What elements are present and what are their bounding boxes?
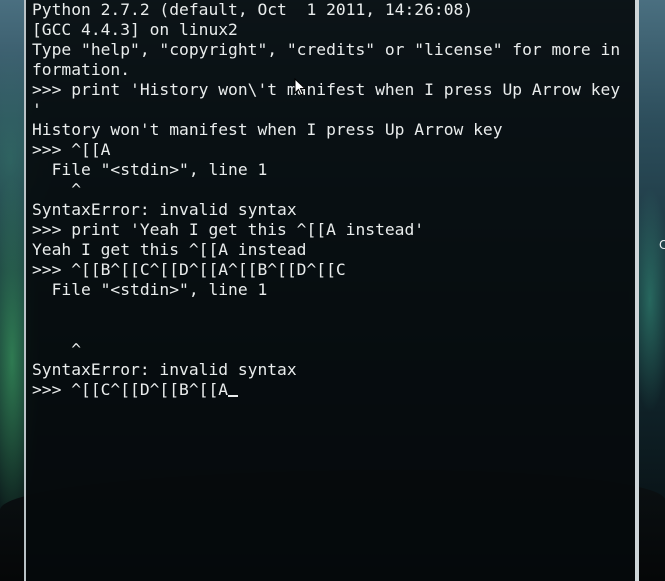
terminal-line: [GCC 4.4.3] on linux2 <box>32 20 238 39</box>
terminal-line: SyntaxError: invalid syntax <box>32 360 297 379</box>
terminal-line: ' <box>32 100 42 119</box>
terminal-line: File "<stdin>", line 1 <box>32 160 268 179</box>
terminal-line: Yeah I get this ^[[A instead <box>32 240 307 259</box>
desktop-edge-text: C <box>659 238 665 252</box>
terminal-prompt-line[interactable]: >>> ^[[C^[[D^[[B^[[A <box>32 380 635 400</box>
terminal-line: Python 2.7.2 (default, Oct 1 2011, 14:26… <box>32 0 474 19</box>
terminal-line: Type "help", "copyright", "credits" or "… <box>32 40 621 59</box>
terminal-line: >>> ^[[A <box>32 140 111 159</box>
terminal-line: File "<stdin>", line 1 <box>32 280 268 299</box>
terminal-line: SyntaxError: invalid syntax <box>32 200 297 219</box>
prompt-input-text[interactable]: >>> ^[[C^[[D^[[B^[[A <box>32 380 228 399</box>
terminal-line: formation. <box>32 60 131 79</box>
text-cursor <box>228 395 239 397</box>
terminal-line: ^ <box>32 340 82 359</box>
terminal-window[interactable]: Python 2.7.2 (default, Oct 1 2011, 14:26… <box>24 0 639 581</box>
terminal-output[interactable]: Python 2.7.2 (default, Oct 1 2011, 14:26… <box>32 0 635 400</box>
terminal-line: >>> print 'History won\'t manifest when … <box>32 80 621 99</box>
terminal-line: >>> print 'Yeah I get this ^[[A instead' <box>32 220 425 239</box>
terminal-line: >>> ^[[B^[[C^[[D^[[A^[[B^[[D^[[C <box>32 260 346 279</box>
terminal-line: History won't manifest when I press Up A… <box>32 120 503 139</box>
terminal-line: ^ <box>32 180 82 199</box>
mouse-pointer-icon <box>294 78 306 96</box>
